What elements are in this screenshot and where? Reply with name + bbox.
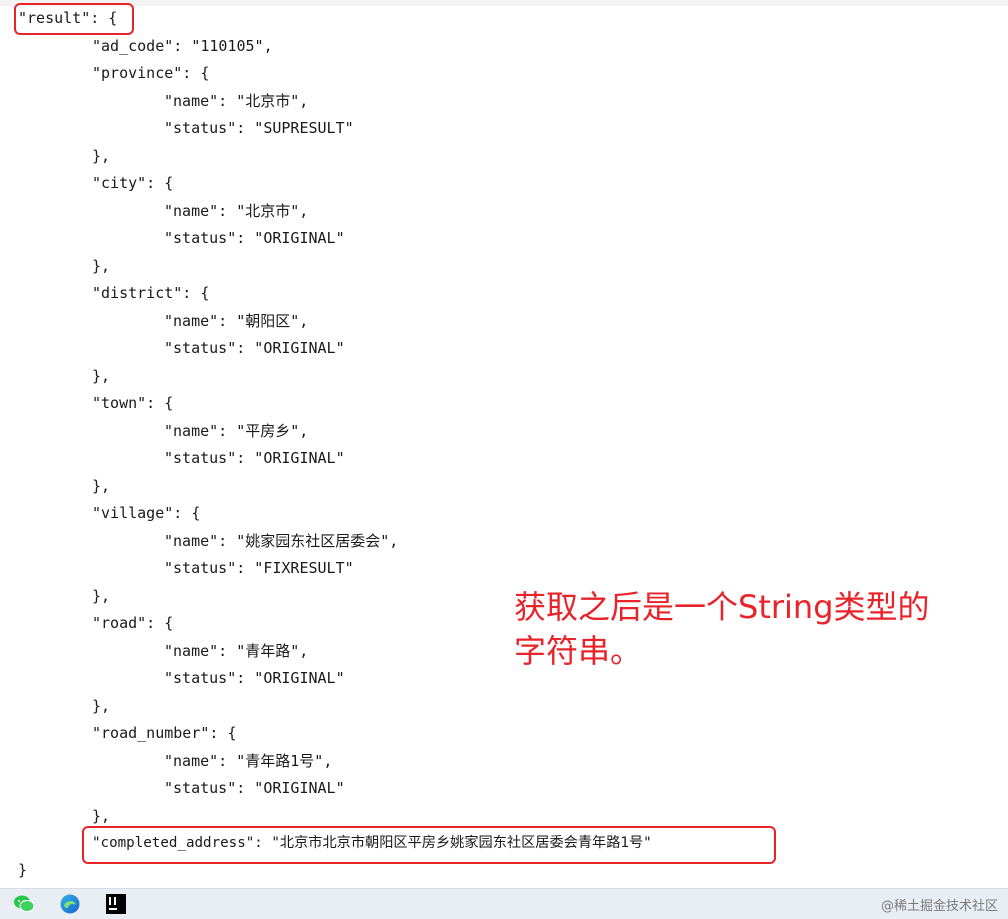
json-line: },	[92, 587, 111, 605]
json-line: "status": "FIXRESULT"	[164, 559, 354, 577]
json-line: "result": {	[18, 9, 118, 27]
json-line: "road_number": {	[92, 724, 237, 742]
edge-browser-icon[interactable]	[58, 893, 82, 915]
json-line: "status": "ORIGINAL"	[164, 449, 345, 467]
json-line: "status": "ORIGINAL"	[164, 339, 345, 357]
annotation-note: 获取之后是一个String类型的 字符串。	[514, 585, 964, 673]
json-line: "name": "平房乡",	[164, 422, 309, 440]
json-line: "name": "北京市",	[164, 202, 309, 220]
json-line: "status": "SUPRESULT"	[164, 119, 354, 137]
taskbar: @稀土掘金技术社区	[0, 888, 1008, 919]
json-line: },	[92, 257, 111, 275]
json-line: "village": {	[92, 504, 201, 522]
json-line: "district": {	[92, 284, 210, 302]
window-top-edge	[0, 0, 1008, 6]
intellij-idea-icon[interactable]	[104, 893, 128, 915]
json-line: "name": "北京市",	[164, 92, 309, 110]
annotation-line-1: 获取之后是一个String类型的	[514, 588, 930, 626]
json-line: "status": "ORIGINAL"	[164, 779, 345, 797]
json-line: },	[92, 367, 111, 385]
wechat-icon[interactable]	[12, 893, 36, 915]
json-line: },	[92, 697, 111, 715]
annotation-line-2: 字符串。	[514, 632, 643, 670]
watermark: @稀土掘金技术社区	[880, 899, 998, 914]
json-line: "town": {	[92, 394, 174, 412]
json-line: "ad_code": "110105",	[92, 37, 273, 55]
json-line: "name": "姚家园东社区居委会",	[164, 532, 399, 550]
json-line: },	[92, 477, 111, 495]
json-line: "road": {	[92, 614, 174, 632]
json-line: "city": {	[92, 174, 174, 192]
json-line: "name": "青年路1号",	[164, 752, 333, 770]
json-line: "status": "ORIGINAL"	[164, 669, 345, 687]
json-line: "name": "青年路",	[164, 642, 309, 660]
json-line-completed-address: "completed_address": "北京市北京市朝阳区平房乡姚家园东社区…	[92, 835, 652, 851]
json-line: "province": {	[92, 64, 210, 82]
json-line: }	[18, 861, 28, 879]
json-line: },	[92, 147, 111, 165]
json-line: },	[92, 807, 111, 825]
json-line: "name": "朝阳区",	[164, 312, 309, 330]
json-line: "status": "ORIGINAL"	[164, 229, 345, 247]
